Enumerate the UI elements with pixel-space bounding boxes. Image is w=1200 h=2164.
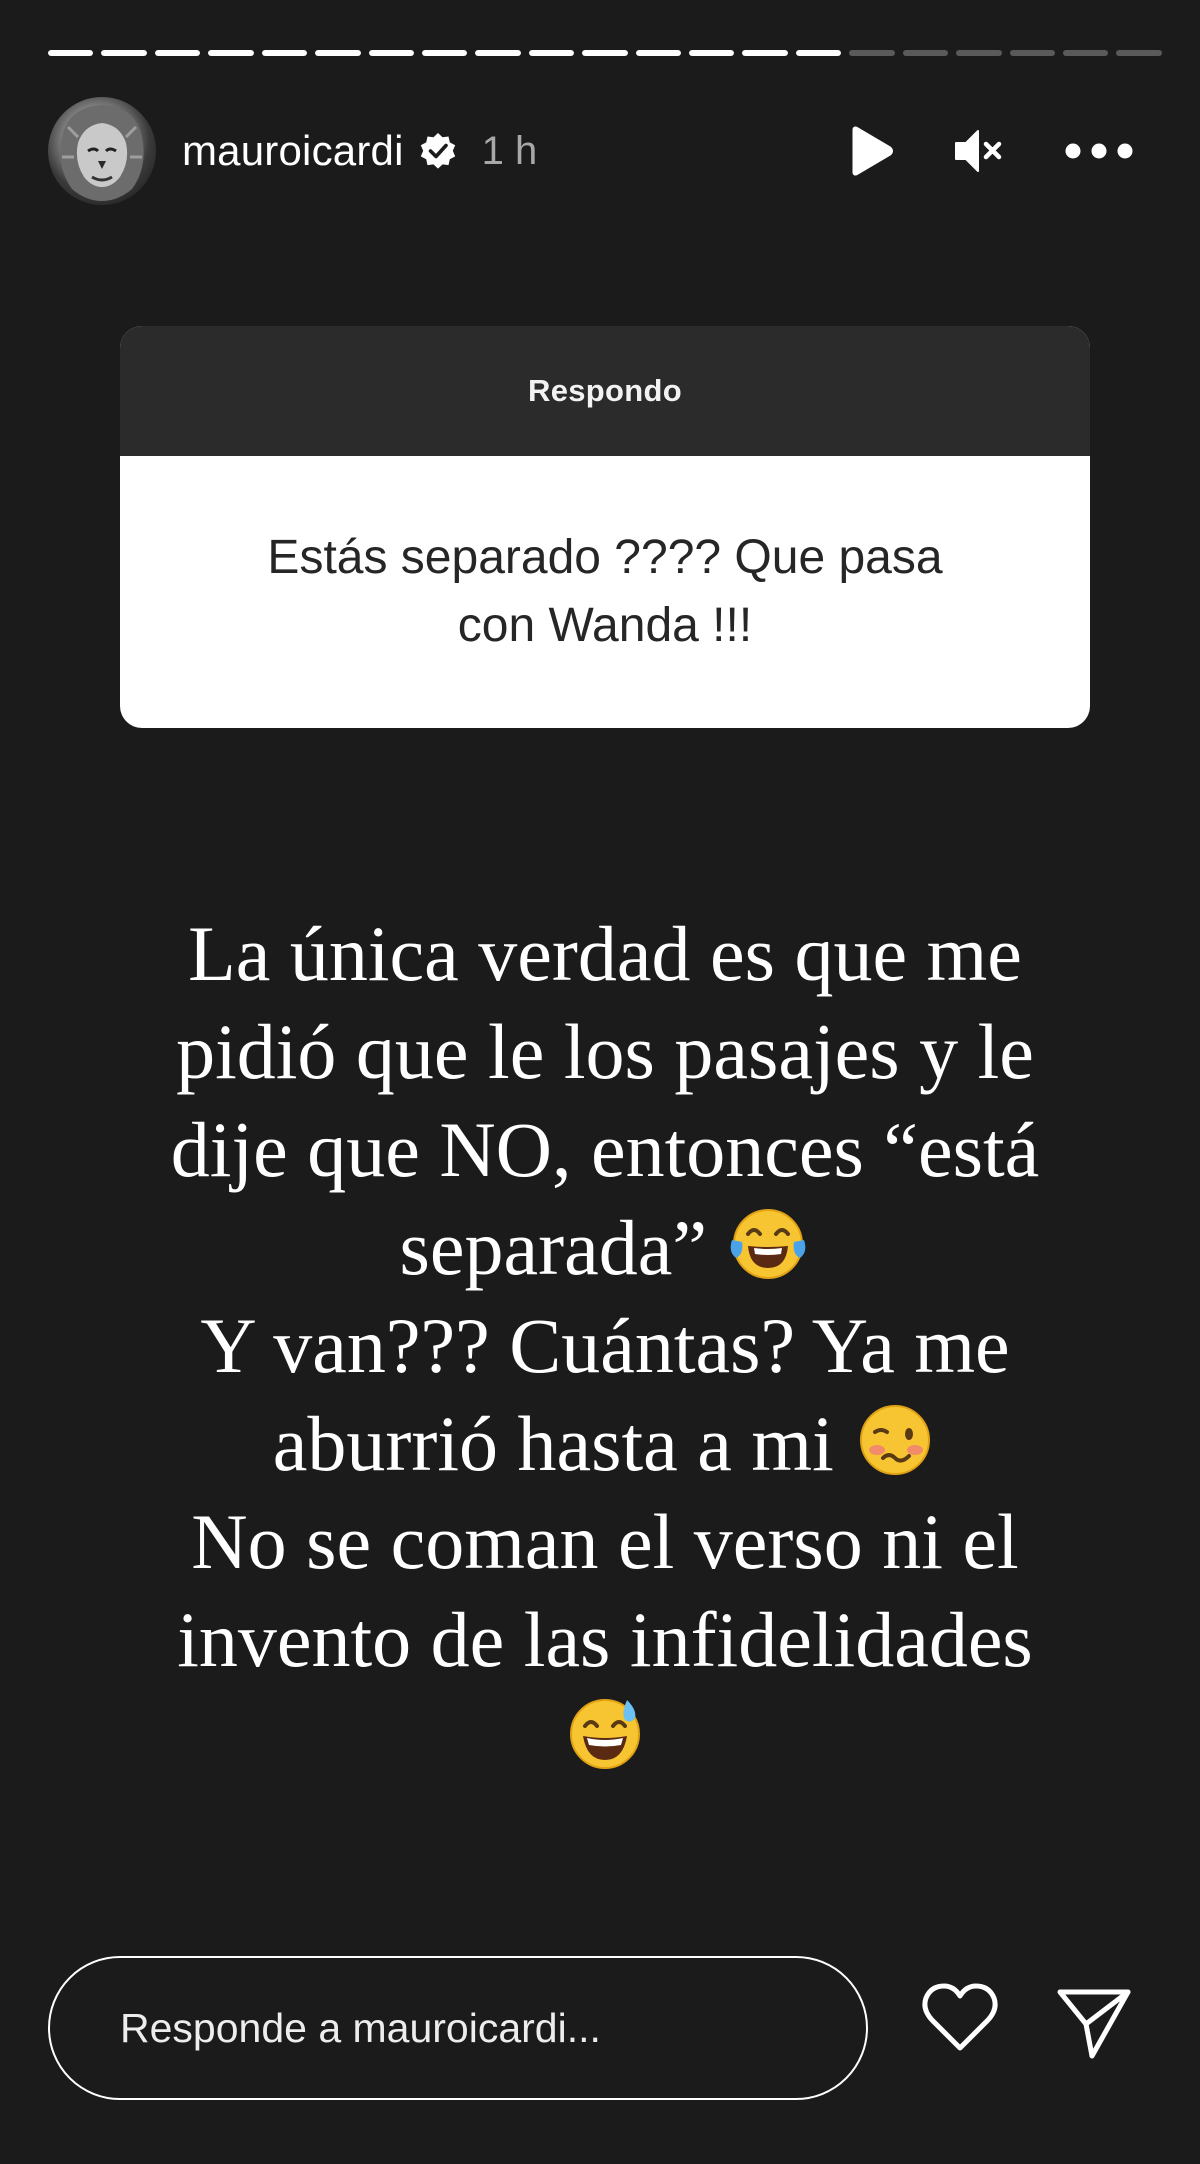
reply-input[interactable]: Responde a mauroicardi...	[48, 1956, 868, 2100]
caption-line: No se coman el verso ni el	[191, 1498, 1019, 1585]
progress-segment	[689, 50, 735, 56]
progress-segment-fill	[475, 50, 521, 56]
progress-segment-fill	[742, 50, 788, 56]
progress-segment	[1063, 50, 1109, 56]
reply-placeholder: Responde a mauroicardi...	[120, 2004, 601, 2051]
face-with-tears-of-joy-icon	[731, 1209, 806, 1279]
progress-segment	[795, 50, 842, 56]
sticker-question: Estás separado ???? Que pasa con Wanda !…	[120, 456, 1090, 728]
progress-segment-fill	[154, 50, 201, 56]
story-header: mauroicardi 1 h	[48, 96, 1162, 206]
progress-segment	[101, 50, 147, 56]
progress-segment	[528, 50, 575, 56]
progress-segment-fill	[528, 50, 575, 56]
progress-segment	[742, 50, 788, 56]
caption-text: aburrió hasta a mi	[272, 1400, 834, 1487]
caption-line-with-emoji: aburrió hasta a mi	[60, 1395, 1150, 1493]
progress-segment	[582, 50, 628, 56]
progress-segment-fill	[101, 50, 147, 56]
progress-segment	[315, 50, 361, 56]
caption-line: pidió que le los pasajes y le	[176, 1008, 1034, 1095]
progress-segment	[154, 50, 201, 56]
progress-segment	[48, 50, 94, 56]
progress-segment	[261, 50, 308, 56]
progress-segment-fill	[689, 50, 735, 56]
heart-icon	[922, 1983, 998, 2051]
progress-segment	[368, 50, 414, 56]
post-time: 1 h	[481, 128, 538, 173]
verified-badge-icon	[420, 133, 455, 169]
progress-segment	[421, 50, 468, 56]
caption-line: La única verdad es que me	[188, 910, 1022, 997]
progress-segment	[475, 50, 521, 56]
caption-text: separada”	[399, 1204, 707, 1291]
sticker-question-line: Estás separado ???? Que pasa	[267, 531, 943, 584]
caption-line: Y van??? Cuántas? Ya me	[200, 1302, 1010, 1389]
progress-segment-fill	[635, 50, 682, 56]
sticker-title: Respondo	[120, 326, 1090, 456]
progress-segment-fill	[421, 50, 468, 56]
progress-segment-fill	[368, 50, 414, 56]
woozy-face-icon	[860, 1405, 931, 1475]
progress-segment-fill	[261, 50, 308, 56]
progress-segment	[956, 50, 1002, 56]
story-progress-bar	[48, 50, 1162, 60]
caption-line-with-emoji	[60, 1689, 1150, 1787]
progress-segment-fill	[208, 50, 254, 56]
more-icon	[1065, 143, 1133, 159]
progress-segment-fill	[582, 50, 628, 56]
progress-segment	[849, 50, 895, 56]
progress-segment	[1009, 50, 1056, 56]
like-button[interactable]	[920, 1982, 1000, 2059]
progress-segment	[1116, 50, 1162, 56]
grinning-face-with-sweat-icon	[570, 1699, 640, 1769]
more-options-button[interactable]	[1064, 141, 1134, 161]
progress-segment	[902, 50, 949, 56]
send-icon	[1057, 1989, 1131, 2059]
progress-segment	[635, 50, 682, 56]
question-sticker: Respondo Estás separado ???? Que pasa co…	[120, 326, 1090, 728]
progress-segment-fill	[315, 50, 361, 56]
progress-segment-fill	[795, 50, 842, 56]
progress-segment	[208, 50, 254, 56]
caption-line: invento de las infidelidades	[177, 1596, 1033, 1683]
share-button[interactable]	[1056, 1986, 1132, 2067]
progress-segment-fill	[48, 50, 94, 56]
avatar[interactable]	[48, 97, 156, 205]
username[interactable]: mauroicardi	[182, 127, 404, 175]
caption-line: dije que NO, entonces “está	[170, 1106, 1040, 1193]
sticker-question-line: con Wanda !!!	[457, 599, 753, 652]
play-button[interactable]	[848, 126, 894, 176]
muted-icon	[955, 130, 1002, 172]
mute-toggle-button[interactable]	[952, 126, 1006, 176]
play-icon	[852, 126, 893, 176]
story-caption: La única verdad es que me pidió que le l…	[60, 905, 1150, 1787]
caption-line-with-emoji: separada”	[60, 1199, 1150, 1297]
